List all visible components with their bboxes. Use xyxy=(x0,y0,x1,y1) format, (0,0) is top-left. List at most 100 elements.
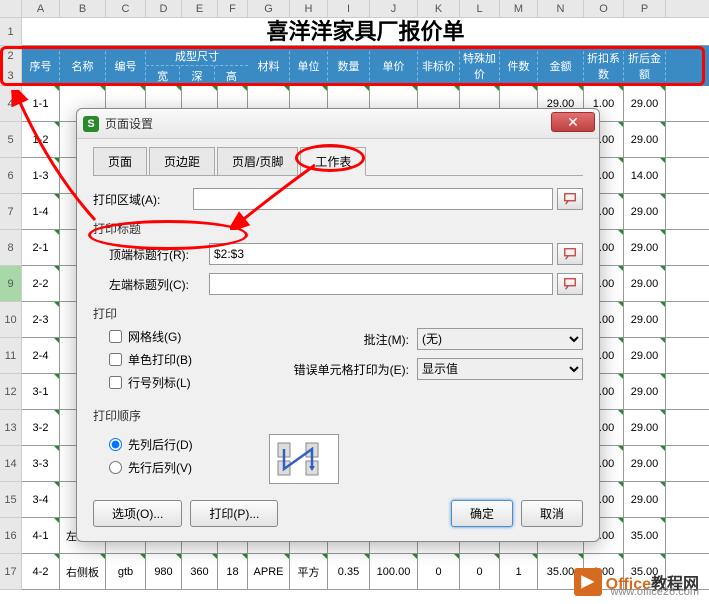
sheet-title[interactable]: 喜洋洋家具厂报价单 xyxy=(22,18,709,46)
th-special[interactable]: 特殊加价 xyxy=(460,46,500,86)
close-button[interactable]: ✕ xyxy=(551,112,595,132)
cell[interactable]: 100.00 xyxy=(370,554,418,589)
col-header[interactable]: L xyxy=(460,0,500,17)
cell[interactable]: gtb xyxy=(106,554,146,589)
row-header[interactable]: 10 xyxy=(0,302,22,338)
cell[interactable]: 29.00 xyxy=(624,338,666,373)
range-picker-button[interactable] xyxy=(557,273,583,295)
th-size-group[interactable]: 成型尺寸 宽 深 高 xyxy=(146,46,248,86)
col-header[interactable]: J xyxy=(370,0,418,17)
cell[interactable]: 1-4 xyxy=(22,194,60,229)
cell[interactable]: 14.00 xyxy=(624,158,666,193)
cell[interactable]: 2-1 xyxy=(22,230,60,265)
col-header[interactable]: D xyxy=(146,0,182,17)
gridlines-checkbox-row[interactable]: 网格线(G) xyxy=(109,328,269,345)
order-down-radio-row[interactable]: 先列后行(D) xyxy=(109,436,269,453)
range-picker-button[interactable] xyxy=(557,188,583,210)
cell[interactable]: 2-2 xyxy=(22,266,60,301)
order-over-radio[interactable] xyxy=(109,461,122,474)
th-price[interactable]: 单价 xyxy=(370,46,418,86)
gridlines-checkbox[interactable] xyxy=(109,330,122,343)
top-row-input[interactable] xyxy=(209,243,553,265)
cell[interactable]: 29.00 xyxy=(624,374,666,409)
th-code[interactable]: 编号 xyxy=(106,46,146,86)
col-header[interactable]: H xyxy=(290,0,328,17)
cell[interactable]: APRE xyxy=(248,554,290,589)
left-col-input[interactable] xyxy=(209,273,553,295)
cell[interactable]: 0 xyxy=(418,554,460,589)
cell[interactable]: 29.00 xyxy=(624,266,666,301)
cell[interactable]: 980 xyxy=(146,554,182,589)
th-material[interactable]: 材料 xyxy=(248,46,290,86)
th-name[interactable]: 名称 xyxy=(60,46,106,86)
cell[interactable]: 3-2 xyxy=(22,410,60,445)
th-discount[interactable]: 折扣系数 xyxy=(584,46,624,86)
tab-header[interactable]: 页眉/页脚 xyxy=(217,147,298,175)
tab-margin[interactable]: 页边距 xyxy=(149,147,215,175)
ok-button[interactable]: 确定 xyxy=(451,500,513,527)
row-header[interactable]: 14 xyxy=(0,446,22,482)
row-header[interactable]: 11 xyxy=(0,338,22,374)
cell[interactable]: 29.00 xyxy=(624,86,666,121)
cell[interactable]: 29.00 xyxy=(624,302,666,337)
order-down-radio[interactable] xyxy=(109,438,122,451)
tab-page[interactable]: 页面 xyxy=(93,147,147,175)
cell[interactable]: 29.00 xyxy=(624,122,666,157)
col-header[interactable]: P xyxy=(624,0,666,17)
cell[interactable]: 1-3 xyxy=(22,158,60,193)
row-header[interactable]: 16 xyxy=(0,518,22,554)
cell[interactable]: 29.00 xyxy=(624,410,666,445)
cancel-button[interactable]: 取消 xyxy=(521,500,583,527)
row-header[interactable]: 4 xyxy=(0,86,22,122)
col-header[interactable]: K xyxy=(418,0,460,17)
cell[interactable]: 29.00 xyxy=(624,230,666,265)
row-header[interactable]: 17 xyxy=(0,554,22,590)
cell[interactable]: 360 xyxy=(182,554,218,589)
col-header[interactable]: E xyxy=(182,0,218,17)
th-unit[interactable]: 单位 xyxy=(290,46,328,86)
row-header[interactable]: 7 xyxy=(0,194,22,230)
rowcol-checkbox[interactable] xyxy=(109,376,122,389)
th-qty[interactable]: 数量 xyxy=(328,46,370,86)
bw-checkbox-row[interactable]: 单色打印(B) xyxy=(109,351,269,368)
col-header[interactable]: N xyxy=(538,0,584,17)
cell[interactable]: 35.00 xyxy=(624,518,666,553)
bw-checkbox[interactable] xyxy=(109,353,122,366)
th-pieces[interactable]: 件数 xyxy=(500,46,538,86)
col-header[interactable]: M xyxy=(500,0,538,17)
cell[interactable]: 0.35 xyxy=(328,554,370,589)
cell[interactable]: 0 xyxy=(460,554,500,589)
cell[interactable]: 29.00 xyxy=(624,446,666,481)
cell[interactable]: 1-1 xyxy=(22,86,60,121)
tab-sheet[interactable]: 工作表 xyxy=(300,147,366,176)
col-header[interactable]: G xyxy=(248,0,290,17)
col-header[interactable]: A xyxy=(22,0,60,17)
row-header[interactable]: 15 xyxy=(0,482,22,518)
select-all-corner[interactable] xyxy=(0,0,22,17)
rowcol-checkbox-row[interactable]: 行号列标(L) xyxy=(109,374,269,391)
cell[interactable]: 1 xyxy=(500,554,538,589)
row-header[interactable]: 9 xyxy=(0,266,22,302)
th-nonstd[interactable]: 非标价 xyxy=(418,46,460,86)
comments-select[interactable]: (无) xyxy=(417,328,583,350)
row-header-1[interactable]: 1 xyxy=(0,18,22,46)
cell[interactable]: 右侧板 xyxy=(60,554,106,589)
errors-select[interactable]: 显示值 xyxy=(417,358,583,380)
order-over-radio-row[interactable]: 先行后列(V) xyxy=(109,459,269,476)
cell[interactable]: 3-1 xyxy=(22,374,60,409)
print-button[interactable]: 打印(P)... xyxy=(190,500,278,527)
cell[interactable]: 18 xyxy=(218,554,248,589)
cell[interactable]: 4-1 xyxy=(22,518,60,553)
cell[interactable]: 2-4 xyxy=(22,338,60,373)
col-header[interactable]: O xyxy=(584,0,624,17)
range-picker-button[interactable] xyxy=(557,243,583,265)
col-header[interactable]: B xyxy=(60,0,106,17)
th-amount[interactable]: 金额 xyxy=(538,46,584,86)
cell[interactable]: 29.00 xyxy=(624,482,666,517)
row-header[interactable]: 13 xyxy=(0,410,22,446)
row-header[interactable]: 8 xyxy=(0,230,22,266)
row-header[interactable]: 12 xyxy=(0,374,22,410)
th-final[interactable]: 折后金额 xyxy=(624,46,666,86)
col-header[interactable]: I xyxy=(328,0,370,17)
cell[interactable]: 平方 xyxy=(290,554,328,589)
